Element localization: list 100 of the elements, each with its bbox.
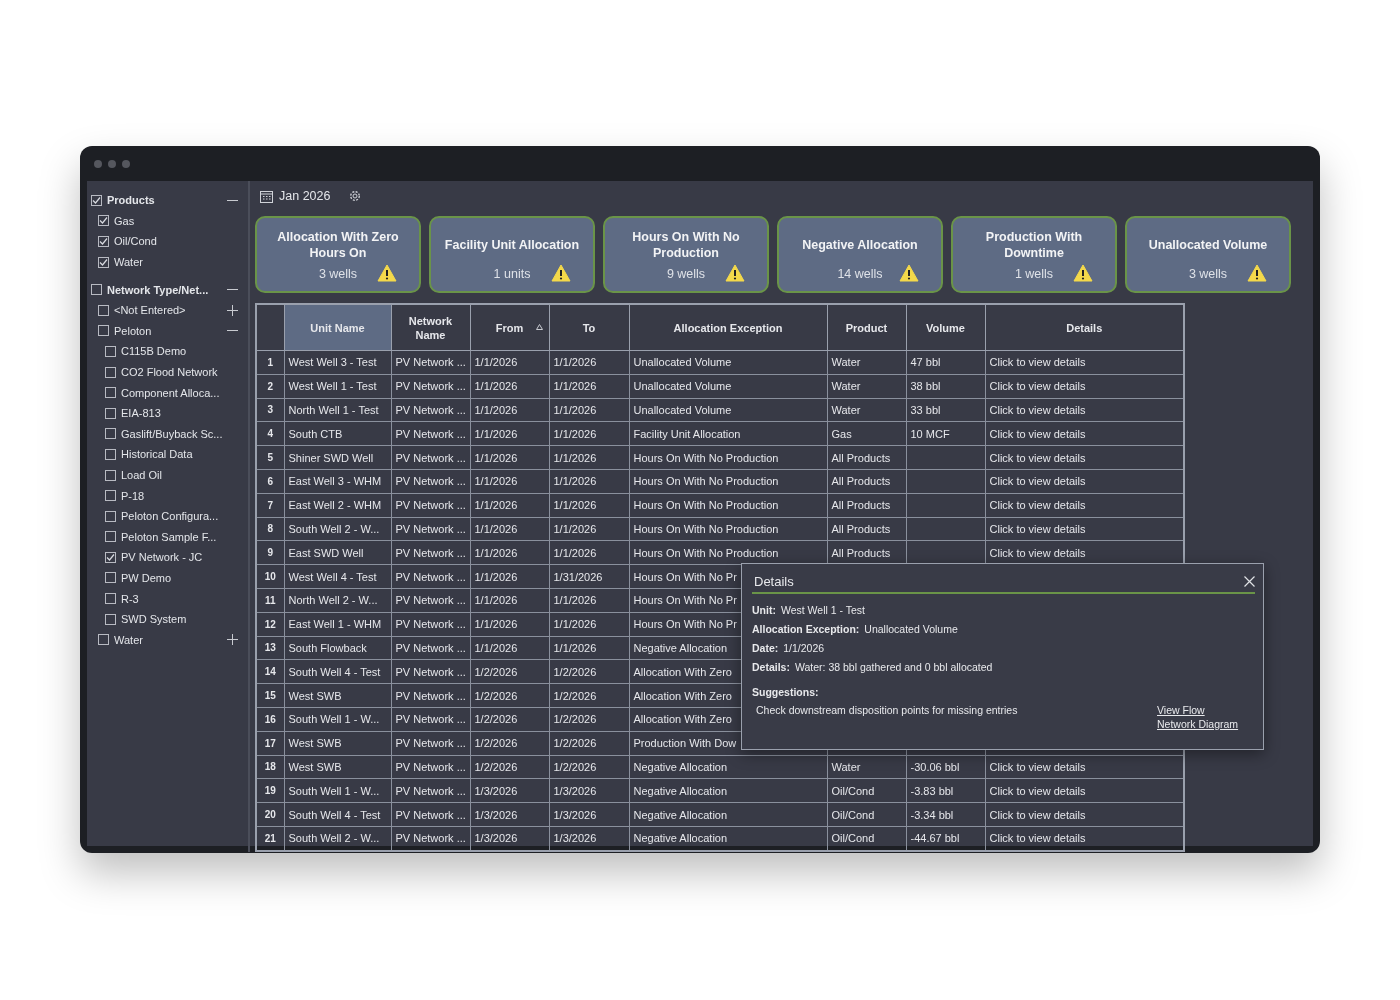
summary-card[interactable]: Hours On With No Production 9 wells: [603, 216, 769, 293]
table-cell: West SWB: [284, 683, 391, 708]
tree-item-label[interactable]: SWD System: [121, 613, 238, 626]
tree-item-label[interactable]: <Not Entered>: [114, 304, 227, 317]
checkbox[interactable]: [105, 490, 116, 502]
tree-item-label[interactable]: Load Oil: [121, 469, 238, 481]
settings-icon[interactable]: [348, 189, 363, 203]
table-cell: East Well 1 - WHM: [284, 612, 391, 637]
checkbox[interactable]: [105, 345, 116, 357]
flow-diagram-link[interactable]: View Flow Network Diagram: [1157, 703, 1243, 731]
tree-item-label[interactable]: Peloton Sample F...: [121, 530, 238, 543]
table-cell: Hours On With No Production: [629, 469, 827, 494]
column-header[interactable]: Volume: [906, 304, 985, 351]
row-number: 20: [256, 802, 284, 827]
checkbox[interactable]: [98, 325, 109, 337]
summary-card[interactable]: Allocation With Zero Hours On 3 wells: [255, 216, 421, 293]
checkbox[interactable]: [98, 215, 109, 227]
checkbox[interactable]: [105, 531, 116, 543]
tree-item-label[interactable]: EIA-813: [121, 407, 238, 420]
checkbox[interactable]: [105, 448, 116, 460]
checkbox[interactable]: [98, 304, 109, 316]
period-label[interactable]: Jan 2026: [279, 189, 331, 203]
table-cell: PV Network ...: [391, 802, 470, 827]
table-cell: 1/3/2026: [549, 802, 629, 827]
expand-icon[interactable]: [227, 634, 238, 646]
column-header[interactable]: Product: [827, 304, 906, 351]
tree-item-label[interactable]: CO2 Flood Network: [121, 366, 238, 379]
table-cell: 1/2/2026: [549, 707, 629, 732]
table-cell: 1/2/2026: [549, 755, 629, 779]
checkbox[interactable]: [105, 469, 116, 481]
table-cell: North Well 1 - Test: [284, 398, 391, 422]
checkbox[interactable]: [105, 407, 116, 419]
checkbox[interactable]: [105, 428, 116, 440]
column-header[interactable]: From: [470, 304, 549, 351]
checkbox[interactable]: [105, 551, 116, 563]
table-cell: 1/1/2026: [470, 398, 549, 422]
table-cell: West Well 1 - Test: [284, 374, 391, 399]
table-cell: East SWD Well: [284, 540, 391, 565]
card-count: 3 wells: [318, 267, 358, 281]
table-cell: 1/2/2026: [470, 659, 549, 684]
window-dot: [94, 159, 102, 168]
checkbox[interactable]: [98, 256, 109, 268]
table-cell: PV Network ...: [391, 517, 470, 541]
row-number: 18: [256, 755, 284, 779]
tree-item-label[interactable]: Oil/Cond: [114, 235, 238, 248]
checkbox[interactable]: [105, 613, 116, 625]
checkbox[interactable]: [105, 572, 116, 584]
column-header[interactable]: Details: [985, 304, 1184, 351]
table-cell: PV Network ...: [391, 588, 470, 613]
checkbox[interactable]: [105, 593, 116, 605]
tree-item-label[interactable]: C115B Demo: [121, 345, 238, 358]
column-header[interactable]: Allocation Exception: [629, 304, 827, 351]
calendar-icon[interactable]: [260, 189, 273, 203]
tree-item-label[interactable]: Water: [114, 256, 238, 269]
tree-item-label[interactable]: Gaslift/Buyback Sc...: [121, 427, 238, 440]
checkbox[interactable]: [91, 194, 102, 206]
column-header[interactable]: To: [549, 304, 629, 351]
table-cell: PV Network ...: [391, 445, 470, 470]
tree-item-label[interactable]: PV Network - JC: [121, 551, 238, 564]
tree-item-label[interactable]: Peloton Configura...: [121, 510, 238, 523]
tree-item-label[interactable]: Network Type/Net...: [107, 283, 227, 296]
expand-icon[interactable]: [227, 304, 238, 316]
tree-item-label[interactable]: Gas: [114, 214, 238, 227]
table-cell: South Well 4 - Test: [284, 802, 391, 827]
checkbox[interactable]: [105, 366, 116, 378]
table-cell: PV Network ...: [391, 350, 470, 375]
field-label: Date:: [752, 641, 779, 654]
table-cell: West SWB: [284, 731, 391, 756]
summary-card[interactable]: Production With Downtime 1 wells: [951, 216, 1117, 293]
close-button[interactable]: [1244, 575, 1255, 587]
table-cell: PV Network ...: [391, 612, 470, 637]
checkbox[interactable]: [105, 387, 116, 399]
checkbox[interactable]: [105, 510, 116, 522]
summary-card[interactable]: Facility Unit Allocation 1 units: [429, 216, 595, 293]
tree-item-label[interactable]: Water: [114, 633, 227, 646]
tree-item-label[interactable]: PW Demo: [121, 572, 238, 584]
tree-item-label[interactable]: Historical Data: [121, 448, 238, 461]
tree-item-label[interactable]: Component Alloca...: [121, 386, 238, 399]
checkbox[interactable]: [91, 284, 102, 296]
table-cell: All Products: [827, 469, 906, 494]
tree-item-label[interactable]: R-3: [121, 592, 238, 605]
table-cell: 1/1/2026: [549, 445, 629, 470]
table-cell: West SWB: [284, 755, 391, 779]
checkbox[interactable]: [98, 634, 109, 646]
summary-card[interactable]: Unallocated Volume 3 wells: [1125, 216, 1291, 293]
column-header[interactable]: Network Name: [391, 304, 470, 351]
summary-card[interactable]: Negative Allocation 14 wells: [777, 216, 943, 293]
tree-item-label[interactable]: Products: [107, 194, 227, 207]
table-cell: 1/1/2026: [549, 636, 629, 660]
row-number: 10: [256, 564, 284, 589]
table-cell: PV Network ...: [391, 755, 470, 779]
table-cell: 1/1/2026: [549, 517, 629, 541]
tree-item-label[interactable]: Peloton: [114, 324, 227, 337]
checkbox[interactable]: [98, 236, 109, 247]
table-cell: 47 bbl: [906, 350, 985, 375]
column-header[interactable]: Unit Name: [284, 304, 391, 351]
table-cell: PV Network ...: [391, 659, 470, 684]
tree-item-label[interactable]: P-18: [121, 489, 238, 502]
row-number: 16: [256, 707, 284, 732]
table-cell: East Well 3 - WHM: [284, 469, 391, 494]
